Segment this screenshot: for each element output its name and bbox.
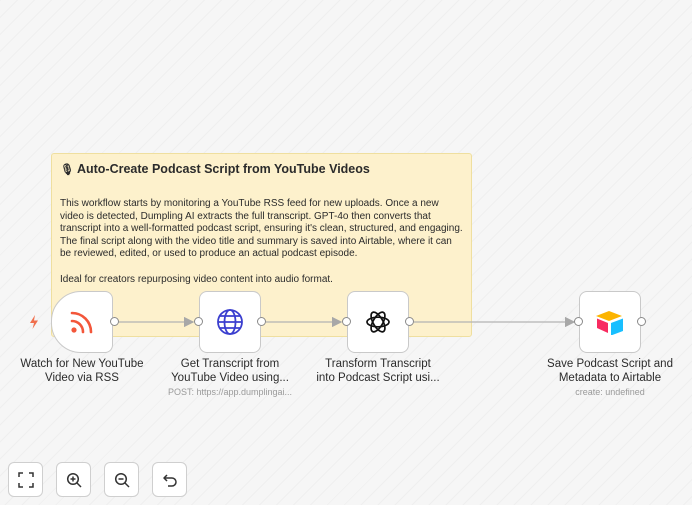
fullscreen-icon (17, 471, 34, 488)
node-airtable-subtitle: create: undefined (575, 387, 645, 397)
node-airtable-label-line2: Metadata to Airtable (558, 371, 662, 384)
node-transcript-label-line2: YouTube Video using... (171, 371, 289, 384)
zoom-in-button[interactable] (56, 462, 91, 497)
connections (118, 316, 576, 328)
node-transform-label-line2: into Podcast Script usi... (316, 371, 440, 384)
airtable-output-handle[interactable] (637, 317, 646, 326)
node-rss-trigger[interactable] (51, 291, 113, 353)
node-transcript-subtitle: POST: https://app.dumplingai... (167, 387, 293, 397)
node-save-airtable[interactable] (579, 291, 641, 353)
reset-button[interactable] (152, 462, 187, 497)
node-rss-label-line2: Video via RSS (45, 371, 119, 384)
node-get-transcript[interactable] (199, 291, 261, 353)
node-rss-label-line1: Watch for New YouTube (20, 358, 144, 370)
node-transcript-label-line1: Get Transcript from (180, 358, 280, 370)
node-rss-label: Watch for New YouTube Video via RSS (7, 358, 157, 385)
rss-icon (70, 311, 93, 334)
openai-icon (366, 311, 390, 333)
fit-view-button[interactable] (8, 462, 43, 497)
undo-icon (162, 473, 177, 487)
zoom-out-icon (114, 472, 130, 488)
trigger-bolt-icon (30, 315, 38, 329)
node-airtable-label-line1: Save Podcast Script and (547, 358, 673, 370)
transcript-output-handle[interactable] (257, 317, 266, 326)
node-transcript-label: Get Transcript from YouTube Video using.… (155, 358, 305, 385)
zoom-in-icon (66, 472, 82, 488)
airtable-icon (596, 311, 623, 335)
transcript-input-handle[interactable] (194, 317, 203, 326)
node-airtable-label: Save Podcast Script and Metadata to Airt… (535, 358, 685, 385)
globe-icon (217, 309, 243, 335)
node-transform-label: Transform Transcript into Podcast Script… (303, 358, 453, 385)
rss-output-handle[interactable] (110, 317, 119, 326)
node-transform-transcript[interactable] (347, 291, 409, 353)
airtable-input-handle[interactable] (574, 317, 583, 326)
transform-output-handle[interactable] (405, 317, 414, 326)
zoom-out-button[interactable] (104, 462, 139, 497)
node-transform-label-line1: Transform Transcript (325, 358, 431, 370)
transform-input-handle[interactable] (342, 317, 351, 326)
